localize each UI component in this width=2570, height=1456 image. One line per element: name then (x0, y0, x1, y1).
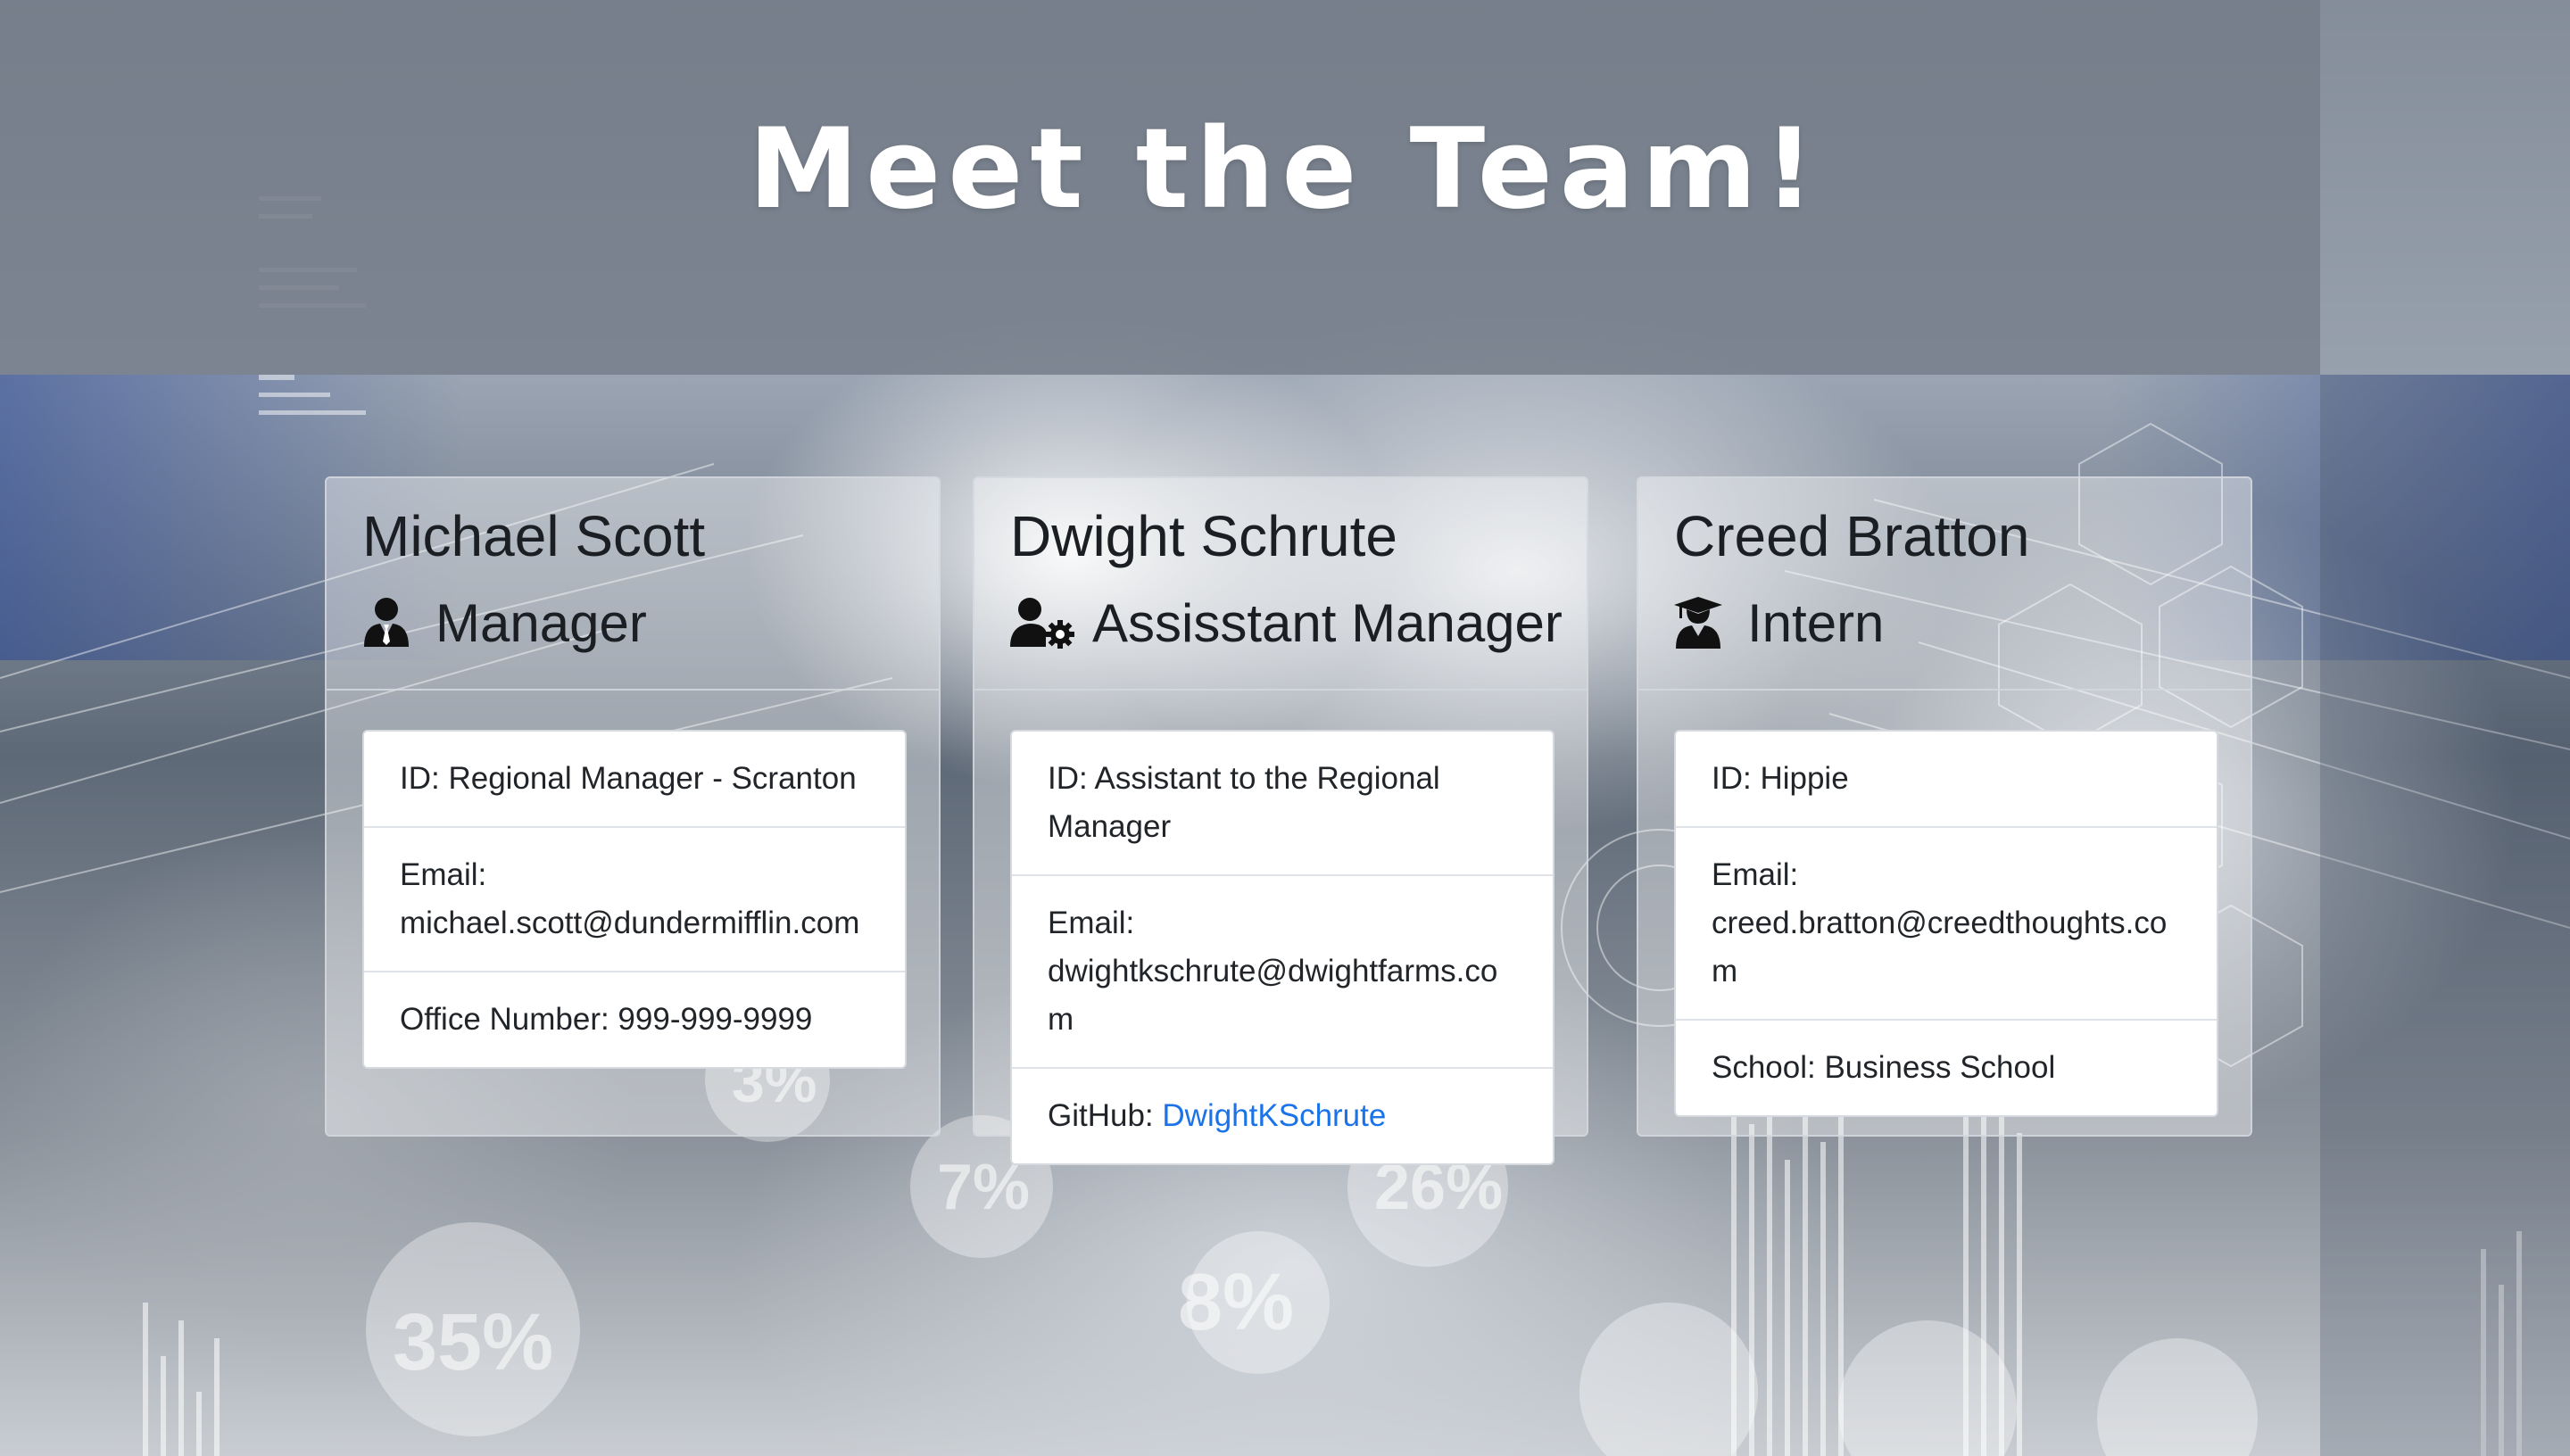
role-row: Intern (1674, 587, 1884, 658)
detail-school: School: Business School (1676, 1019, 2217, 1115)
team-card-michael-scott: Michael Scott Manager ID: Regional Manag… (325, 476, 941, 1137)
bg-stat-label: 35% (393, 1298, 553, 1387)
role-row: Manager (362, 587, 647, 658)
user-cog-icon (1010, 597, 1074, 649)
detail-office-number: Office Number: 999-999-9999 (364, 971, 905, 1067)
role-row: Assisstant Manager (1010, 587, 1563, 658)
employee-name: Michael Scott (362, 504, 706, 568)
card-header: Michael Scott Manager (327, 478, 939, 691)
team-card-dwight-schrute: Dwight Schrute Assisstant Manager ID: As… (973, 476, 1588, 1165)
github-link[interactable]: DwightKSchrute (1162, 1098, 1386, 1133)
employee-name: Dwight Schrute (1010, 504, 1397, 568)
detail-email: Email: dwightkschrute@dwightfarms.com (1012, 874, 1553, 1067)
detail-email: Email: creed.bratton@creedthoughts.com (1676, 826, 2217, 1019)
page-title: Meet the Team! (748, 105, 1822, 234)
details-list: ID: Hippie Email: creed.bratton@creedtho… (1674, 730, 2218, 1117)
details-list: ID: Regional Manager - Scranton Email: m… (362, 730, 907, 1069)
github-prefix: GitHub: (1048, 1098, 1163, 1133)
detail-id: ID: Assistant to the Regional Manager (1048, 761, 1440, 844)
role-label: Assisstant Manager (1092, 592, 1563, 653)
bg-stat-label: 8% (1178, 1258, 1294, 1347)
details-list: ID: Assistant to the Regional Manager Em… (1010, 730, 1554, 1165)
user-graduate-icon (1674, 597, 1722, 649)
role-label: Intern (1747, 592, 1885, 653)
card-header: Dwight Schrute Assisstant Manager (974, 478, 1587, 691)
detail-id: ID: Regional Manager - Scranton (400, 761, 857, 796)
detail-id: ID: Hippie (1712, 761, 1849, 796)
employee-name: Creed Bratton (1674, 504, 2030, 568)
side-strip (2320, 375, 2570, 1456)
detail-github: GitHub: DwightKSchrute (1012, 1067, 1553, 1163)
card-header: Creed Bratton Intern (1638, 478, 2251, 691)
user-tie-icon (362, 597, 410, 649)
detail-email: Email: michael.scott@dundermifflin.com (364, 826, 905, 971)
team-card-creed-bratton: Creed Bratton Intern ID: Hippie Email: c… (1637, 476, 2252, 1137)
role-label: Manager (435, 592, 647, 653)
